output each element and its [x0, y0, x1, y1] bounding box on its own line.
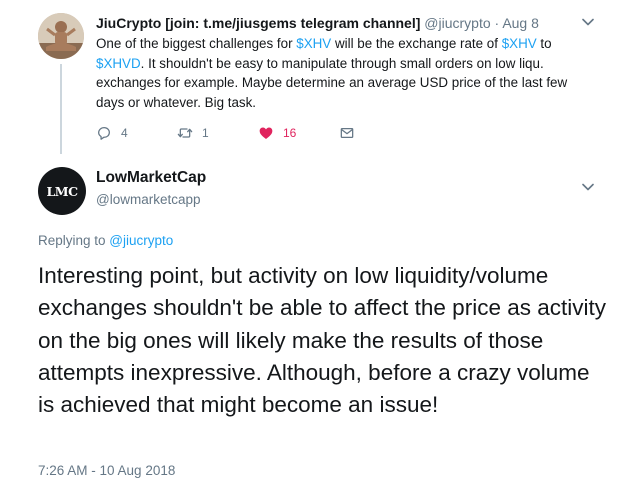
tweet-text-segment: to — [536, 36, 552, 51]
main-handle[interactable]: @lowmarketcapp — [96, 191, 201, 209]
parent-display-name[interactable]: JiuCrypto [join: t.me/jiusgems telegram … — [96, 15, 420, 31]
avatar-logo-text: LMC — [46, 183, 78, 199]
chevron-down-icon[interactable] — [582, 183, 594, 191]
parent-tweet-avatar[interactable] — [38, 13, 84, 59]
direct-message-icon — [340, 128, 354, 138]
retweet-button[interactable]: 1 — [177, 123, 209, 143]
parent-separator: · — [490, 15, 503, 31]
reply-count: 4 — [121, 126, 128, 140]
parent-tweet-actions: 4 1 16 — [96, 123, 396, 143]
retweet-count: 1 — [202, 126, 209, 140]
parent-tweet-text: One of the biggest challenges for $XHV w… — [96, 34, 576, 112]
parent-date[interactable]: Aug 8 — [502, 15, 539, 31]
avatar-image — [38, 13, 84, 59]
replying-to-link[interactable]: @jiucrypto — [109, 233, 173, 248]
main-display-name[interactable]: LowMarketCap — [96, 168, 206, 188]
like-button[interactable]: 16 — [258, 123, 296, 143]
tweet-text-segment: will be the exchange rate of — [331, 36, 502, 51]
cashtag-link[interactable]: $XHVD — [96, 56, 141, 71]
thread-connector-line — [60, 64, 62, 154]
reply-icon — [98, 127, 110, 140]
heart-icon — [259, 127, 273, 139]
tweet-text-segment: One of the biggest challenges for — [96, 36, 297, 51]
parent-handle[interactable]: @jiucrypto — [424, 15, 490, 31]
parent-tweet-header: JiuCrypto [join: t.me/jiusgems telegram … — [96, 14, 539, 32]
retweet-icon — [177, 128, 193, 138]
chevron-down-icon[interactable] — [582, 18, 594, 26]
main-tweet-avatar[interactable]: LMC — [38, 167, 86, 215]
direct-message-button[interactable] — [339, 123, 364, 143]
main-tweet-text: Interesting point, but activity on low l… — [38, 263, 606, 418]
cashtag-link[interactable]: $XHV — [502, 36, 537, 51]
tweet-timestamp[interactable]: 7:26 AM - 10 Aug 2018 — [38, 462, 175, 480]
replying-prefix: Replying to — [38, 233, 110, 248]
replying-to-line: Replying to @jiucrypto — [38, 232, 173, 250]
cashtag-link[interactable]: $XHV — [296, 36, 331, 51]
tweet-text-segment: . It shouldn't be easy to manipulate thr… — [96, 55, 568, 110]
reply-button[interactable]: 4 — [96, 123, 128, 143]
like-count: 16 — [283, 126, 297, 140]
